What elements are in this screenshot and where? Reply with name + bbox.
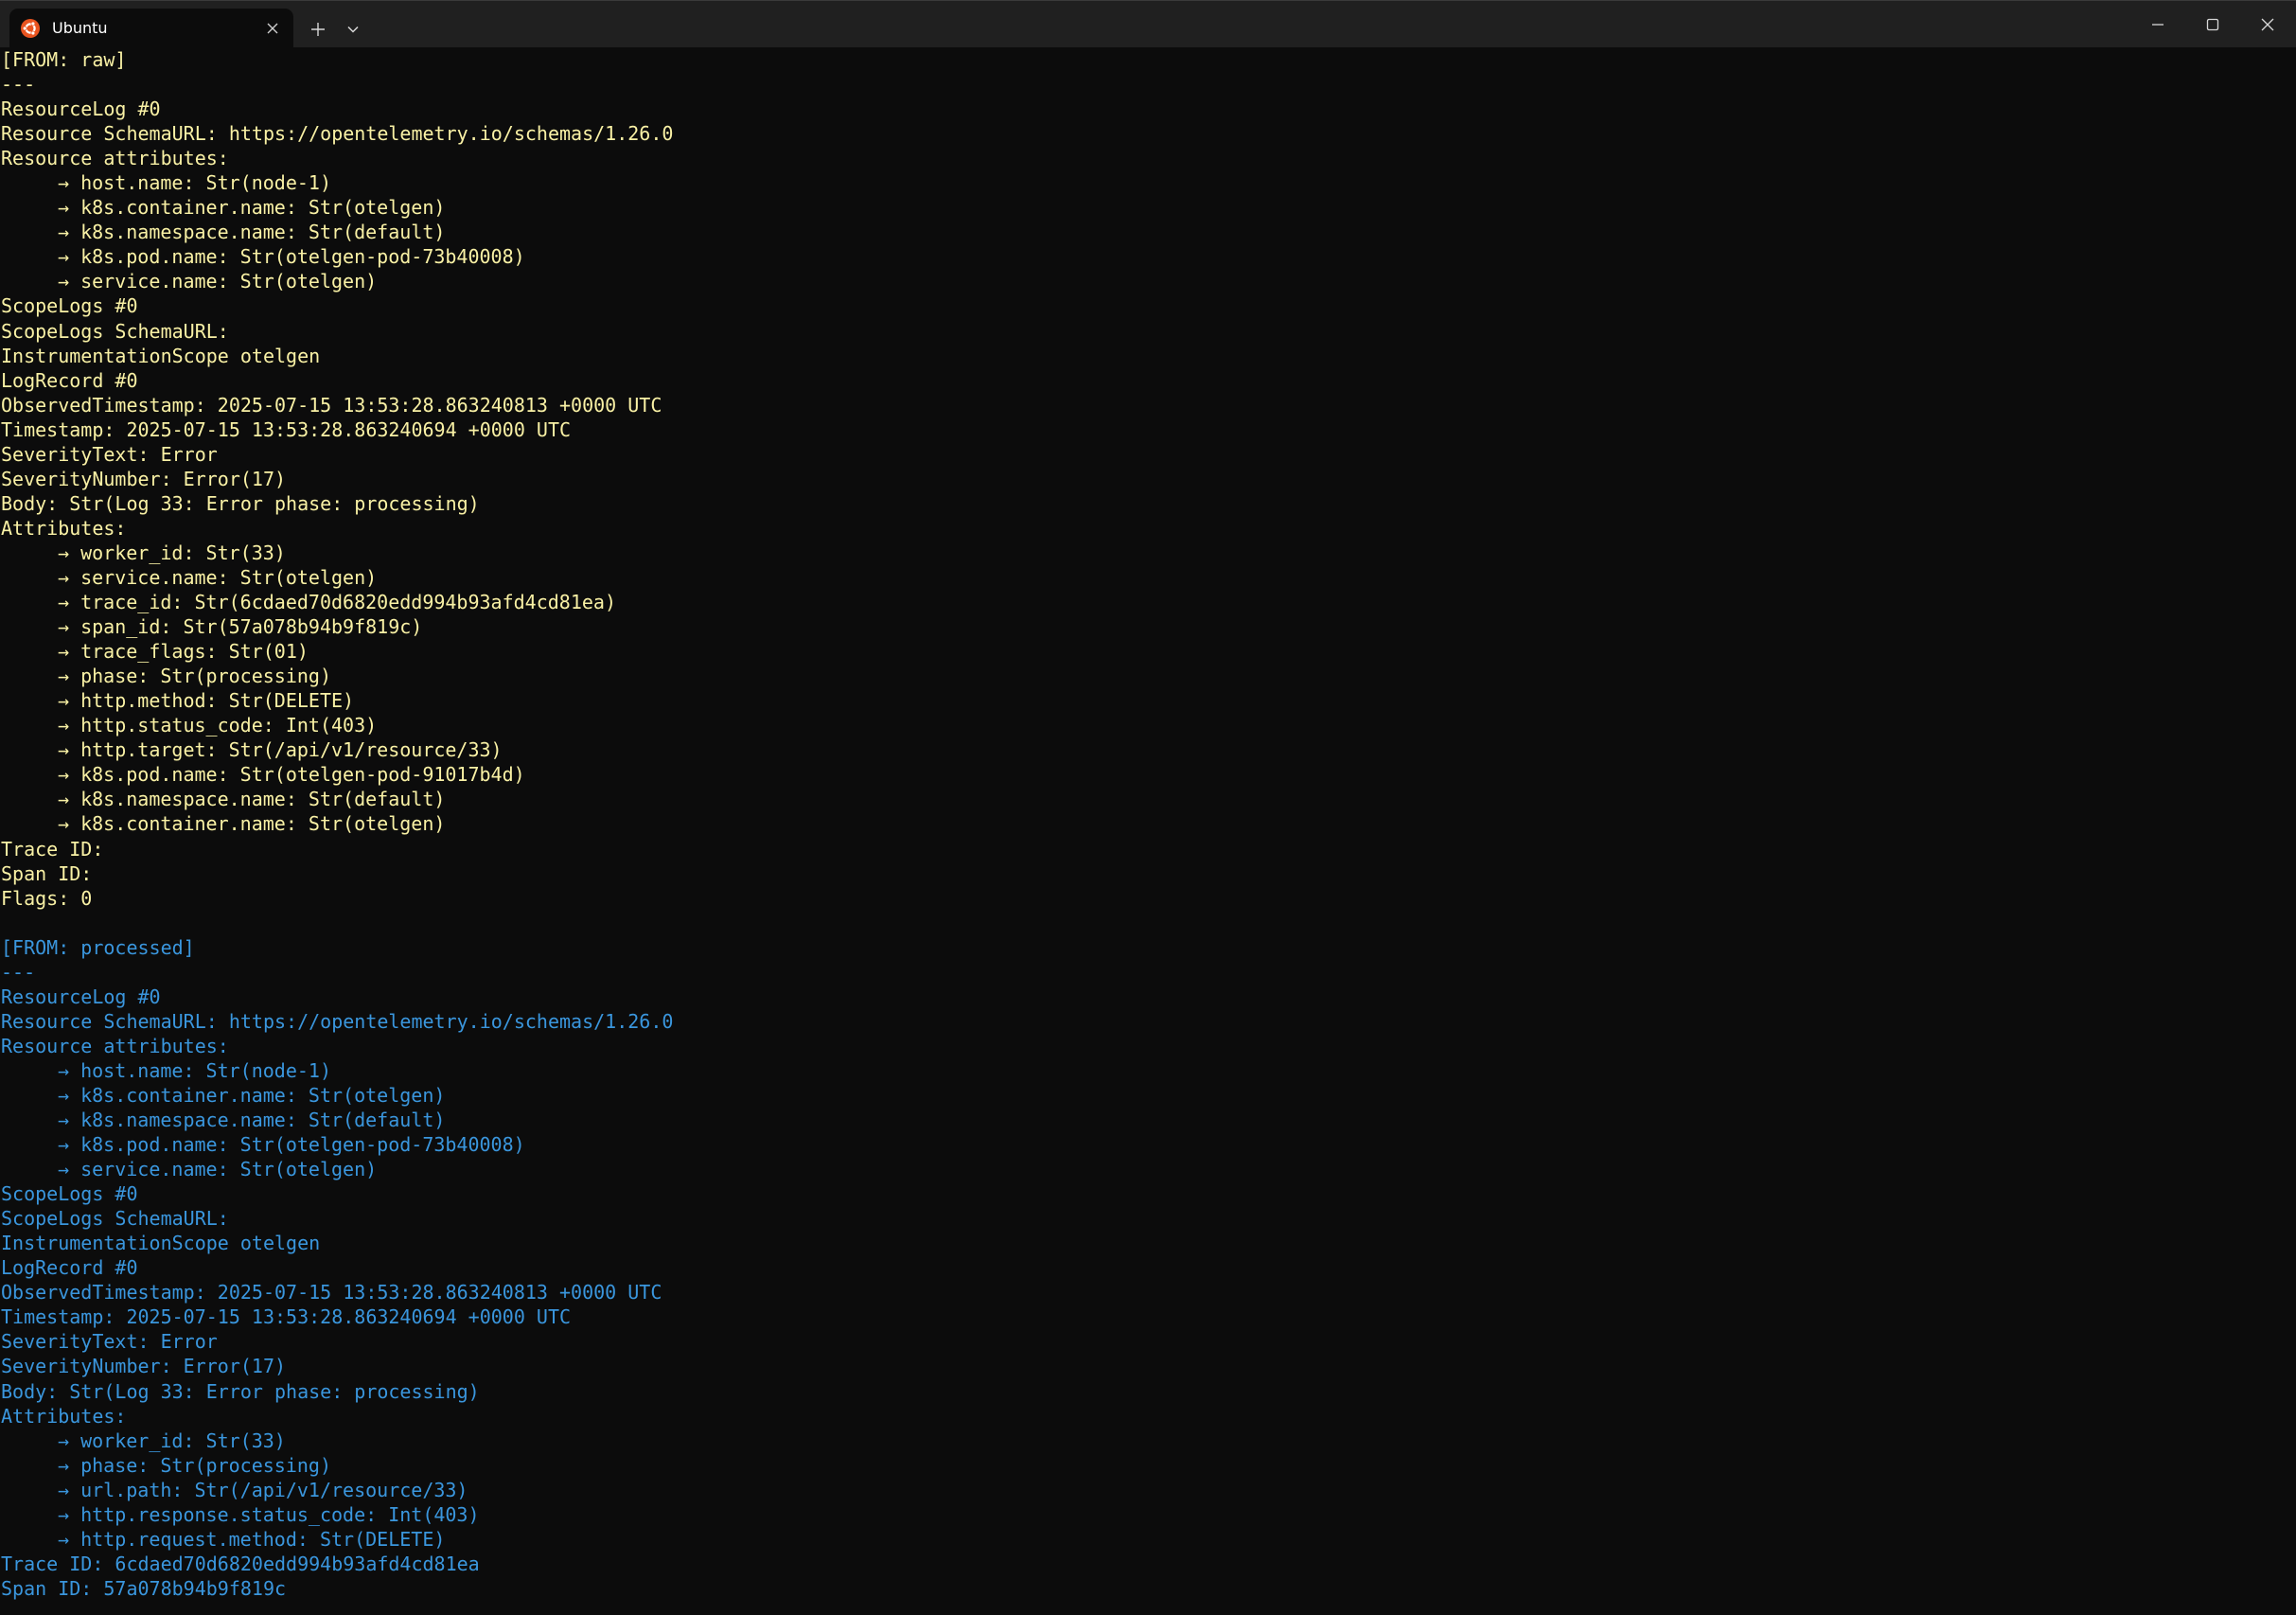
new-tab-button[interactable]	[305, 15, 331, 44]
resource-schema-url: Resource SchemaURL: https://opentelemetr…	[1, 1009, 674, 1033]
resource-attribute: → host.name: Str(node-1)	[58, 1058, 331, 1082]
attributes-label: Attributes:	[1, 516, 127, 540]
log-attribute: → http.status_code: Int(403)	[58, 714, 378, 737]
log-attribute: → k8s.container.name: Str(otelgen)	[58, 812, 446, 836]
trace-id: Trace ID: 6cdaed70d6820edd994b93afd4cd81…	[1, 1552, 480, 1575]
resource-attribute: → host.name: Str(node-1)	[58, 171, 331, 195]
log-attribute: → phase: Str(processing)	[58, 665, 331, 688]
close-window-button[interactable]	[2240, 1, 2295, 48]
resource-attribute: → k8s.namespace.name: Str(default)	[58, 1109, 446, 1132]
resource-log: ResourceLog #0	[1, 98, 161, 121]
instrumentation-scope: InstrumentationScope otelgen	[1, 344, 321, 367]
resource-schema-url: Resource SchemaURL: https://opentelemetr…	[1, 122, 674, 146]
log-attribute: → k8s.namespace.name: Str(default)	[58, 788, 446, 811]
log-attribute: → trace_flags: Str(01)	[58, 640, 309, 664]
ubuntu-logo-icon	[21, 19, 40, 38]
resource-attribute: → k8s.container.name: Str(otelgen)	[58, 1083, 446, 1107]
section-header: [FROM: raw]	[1, 48, 127, 71]
span-id: Span ID:	[1, 861, 93, 885]
close-tab-button[interactable]	[263, 19, 282, 38]
close-icon	[2261, 18, 2274, 31]
instrumentation-scope: InstrumentationScope otelgen	[1, 1232, 321, 1255]
log-attribute: → http.target: Str(/api/v1/resource/33)	[58, 738, 503, 762]
title-bar: Ubuntu	[0, 0, 2296, 48]
observed-timestamp: ObservedTimestamp: 2025-07-15 13:53:28.8…	[1, 1281, 662, 1304]
tab-ubuntu[interactable]: Ubuntu	[9, 9, 293, 48]
minimize-icon	[2152, 24, 2164, 26]
section-header: [FROM: processed]	[1, 935, 195, 959]
log-body: Body: Str(Log 33: Error phase: processin…	[1, 491, 480, 515]
timestamp: Timestamp: 2025-07-15 13:53:28.863240694…	[1, 417, 572, 441]
scope-schema-url: ScopeLogs SchemaURL:	[1, 319, 229, 343]
tab-title: Ubuntu	[52, 19, 108, 37]
log-attribute: → trace_id: Str(6cdaed70d6820edd994b93af…	[58, 591, 617, 614]
resource-attribute: → k8s.namespace.name: Str(default)	[58, 221, 446, 244]
processed-section: [FROM: processed] --- ResourceLog #0 Res…	[1, 935, 2291, 1601]
severity-number: SeverityNumber: Error(17)	[1, 1355, 287, 1378]
scope-schema-url: ScopeLogs SchemaURL:	[1, 1207, 229, 1231]
resource-attribute: → k8s.pod.name: Str(otelgen-pod-73b40008…	[58, 245, 525, 269]
log-attribute: → url.path: Str(/api/v1/resource/33)	[58, 1478, 468, 1501]
severity-number: SeverityNumber: Error(17)	[1, 467, 287, 490]
minimize-button[interactable]	[2130, 1, 2185, 48]
tab-dropdown-button[interactable]	[341, 15, 365, 44]
log-attribute: → service.name: Str(otelgen)	[58, 565, 378, 589]
chevron-down-icon	[347, 26, 359, 33]
log-attribute: → k8s.pod.name: Str(otelgen-pod-91017b4d…	[58, 763, 525, 787]
resource-attribute: → service.name: Str(otelgen)	[58, 1158, 378, 1181]
log-attribute: → span_id: Str(57a078b94b9f819c)	[58, 615, 423, 639]
separator: ---	[1, 73, 36, 97]
maximize-icon	[2206, 18, 2219, 31]
log-attribute: → http.response.status_code: Int(403)	[58, 1502, 480, 1526]
resource-attribute: → k8s.pod.name: Str(otelgen-pod-73b40008…	[58, 1133, 525, 1157]
log-attribute: → worker_id: Str(33)	[58, 541, 286, 564]
resource-attributes-label: Resource attributes:	[1, 1034, 229, 1057]
log-record: LogRecord #0	[1, 368, 138, 392]
log-attribute: → worker_id: Str(33)	[58, 1429, 286, 1452]
resource-attributes-label: Resource attributes:	[1, 147, 229, 170]
scope-logs: ScopeLogs #0	[1, 294, 138, 318]
maximize-button[interactable]	[2185, 1, 2240, 48]
attributes-label: Attributes:	[1, 1404, 127, 1428]
flags: Flags: 0	[1, 886, 93, 910]
scope-logs: ScopeLogs #0	[1, 1182, 138, 1206]
observed-timestamp: ObservedTimestamp: 2025-07-15 13:53:28.8…	[1, 393, 662, 417]
terminal-output[interactable]: [FROM: raw] --- ResourceLog #0 Resource …	[1, 47, 2291, 1615]
log-record: LogRecord #0	[1, 1256, 138, 1280]
trace-id: Trace ID:	[1, 837, 104, 861]
log-attribute: → http.method: Str(DELETE)	[58, 689, 355, 713]
resource-attribute: → service.name: Str(otelgen)	[58, 270, 378, 293]
severity-text: SeverityText: Error	[1, 442, 218, 466]
plus-icon	[311, 23, 325, 36]
raw-section: [FROM: raw] --- ResourceLog #0 Resource …	[1, 47, 2291, 911]
terminal-window: Ubuntu [FROM: raw] --- ResourceLog #0 Re…	[0, 0, 2296, 1615]
resource-attribute: → k8s.container.name: Str(otelgen)	[58, 196, 446, 220]
severity-text: SeverityText: Error	[1, 1330, 218, 1354]
log-attribute: → phase: Str(processing)	[58, 1453, 331, 1477]
timestamp: Timestamp: 2025-07-15 13:53:28.863240694…	[1, 1305, 572, 1329]
close-icon	[267, 23, 278, 34]
separator: ---	[1, 960, 36, 984]
resource-log: ResourceLog #0	[1, 985, 161, 1008]
log-body: Body: Str(Log 33: Error phase: processin…	[1, 1379, 480, 1403]
log-attribute: → http.request.method: Str(DELETE)	[58, 1527, 446, 1551]
span-id: Span ID: 57a078b94b9f819c	[1, 1576, 287, 1600]
